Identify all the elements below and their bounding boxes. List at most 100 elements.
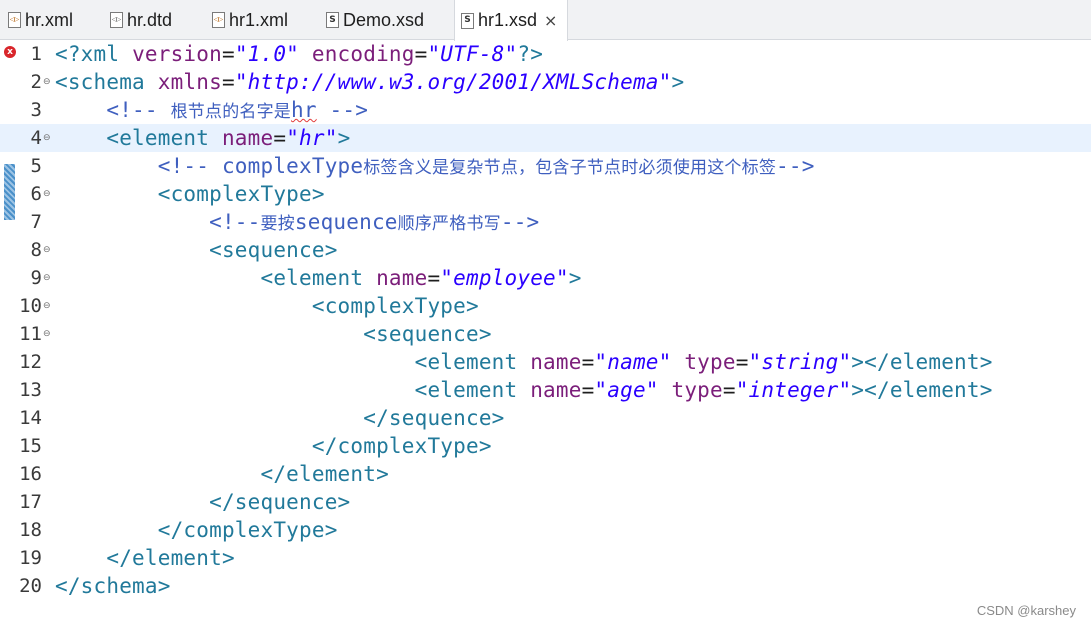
editor-tab-bar: hr.xml hr.dtd hr1.xml S Demo.xsd S hr1.x… <box>0 0 1091 41</box>
code-line: 10 ⊖ <complexType> <box>0 292 1091 320</box>
line-number: 1 <box>30 43 42 65</box>
code-token: > <box>337 126 351 150</box>
code-token: > <box>671 70 685 94</box>
code-token: <!-- <box>55 98 171 122</box>
fold-toggle-icon[interactable]: ⊖ <box>43 245 51 255</box>
code-text: <element name="age" type="integer"></ele… <box>55 376 993 404</box>
code-text: <complexType> <box>55 294 479 318</box>
code-token: <!-- <box>55 210 261 234</box>
code-token: "1.0" <box>234 42 300 66</box>
fold-toggle-icon[interactable]: ⊖ <box>43 329 51 339</box>
code-text: </schema> <box>55 574 171 598</box>
code-token: "http://www.w3.org/2001/XMLSchema" <box>234 70 672 94</box>
code-text: </sequence> <box>55 490 351 514</box>
code-token: name <box>530 378 582 402</box>
code-token: = <box>221 42 235 66</box>
code-token: encoding <box>311 42 415 66</box>
fold-toggle-icon[interactable]: ⊖ <box>43 301 51 311</box>
close-icon[interactable]: × <box>544 11 557 30</box>
fold-toggle-icon[interactable]: ⊖ <box>43 133 51 143</box>
code-token: element <box>119 126 222 150</box>
line-number: 11 <box>19 323 42 345</box>
code-token: <!-- complexType <box>55 154 364 178</box>
tab-hr-dtd[interactable]: hr.dtd <box>110 0 172 40</box>
line-number: 20 <box>19 575 42 597</box>
code-text: <!-- 根节点的名字是hr --> <box>55 96 368 126</box>
code-token: sequence <box>294 210 398 234</box>
line-number: 8 <box>30 239 42 261</box>
code-token: "UTF-8" <box>427 42 518 66</box>
code-token: "name" <box>594 350 672 374</box>
fold-toggle-icon[interactable]: ⊖ <box>43 189 51 199</box>
code-text: <?xml version="1.0" encoding="UTF-8"?> <box>55 40 543 68</box>
code-token: < <box>55 126 120 150</box>
code-token: name <box>530 350 582 374</box>
code-token: = <box>427 266 441 290</box>
code-token: name <box>221 126 274 150</box>
code-line: x 1 <?xml version="1.0" encoding="UTF-8"… <box>0 40 1091 68</box>
code-line: 5 <!-- complexType标签含义是复杂节点，包含子节点时必须使用这个… <box>0 152 1091 180</box>
code-line: 2 ⊖ <schema xmlns="http://www.w3.org/200… <box>0 68 1091 96</box>
code-line: 11 ⊖ <sequence> <box>0 320 1091 348</box>
code-line: 7 <!--要按sequence顺序严格书写--> <box>0 208 1091 236</box>
code-line: 17 </sequence> <box>0 488 1091 516</box>
tab-label: hr1.xsd <box>478 10 538 30</box>
watermark: CSDN @karshey <box>976 603 1076 618</box>
code-token: <element <box>55 378 531 402</box>
code-token: <schema <box>55 70 158 94</box>
code-token: type <box>684 350 736 374</box>
code-token: "integer" <box>735 378 852 402</box>
xsd-file-icon: S <box>461 12 474 29</box>
line-number: 12 <box>19 351 42 373</box>
code-editor[interactable]: x 1 <?xml version="1.0" encoding="UTF-8"… <box>0 40 1091 628</box>
code-line: 8 ⊖ <sequence> <box>0 236 1091 264</box>
code-token: type <box>671 378 723 402</box>
code-token: "employee" <box>440 266 569 290</box>
code-token: hr <box>291 98 317 122</box>
code-token: <element <box>55 266 377 290</box>
code-line: 12 <element name="name" type="string"></… <box>0 348 1091 376</box>
tab-label: hr.xml <box>25 9 74 30</box>
code-token: name <box>376 266 428 290</box>
fold-toggle-icon[interactable]: ⊖ <box>43 77 51 87</box>
code-text: </complexType> <box>55 434 492 458</box>
tab-hr1-xsd[interactable]: S hr1.xsd × <box>454 0 568 41</box>
code-text: <!--要按sequence顺序严格书写--> <box>55 208 539 238</box>
line-number: 18 <box>19 519 42 541</box>
code-line: 13 <element name="age" type="integer"></… <box>0 376 1091 404</box>
code-line: 6 ⊖ <complexType> <box>0 180 1091 208</box>
code-token: ></element> <box>851 350 993 374</box>
code-token: = <box>581 378 595 402</box>
tab-label: Demo.xsd <box>343 9 425 30</box>
tab-hr1-xml[interactable]: hr1.xml <box>212 0 288 40</box>
line-number: 14 <box>19 407 42 429</box>
line-number: 5 <box>30 155 42 177</box>
code-token: = <box>273 126 287 150</box>
code-text: </complexType> <box>55 518 338 542</box>
code-token: --> <box>776 154 815 178</box>
code-token: = <box>414 42 428 66</box>
dtd-file-icon <box>110 12 123 28</box>
line-number: 2 <box>30 71 42 93</box>
tab-hr-xml[interactable]: hr.xml <box>8 0 73 40</box>
code-token: 要按 <box>260 214 295 234</box>
code-token: "string" <box>748 350 852 374</box>
code-text: </element> <box>55 462 389 486</box>
code-line: 16 </element> <box>0 460 1091 488</box>
code-text: <!-- complexType标签含义是复杂节点，包含子节点时必须使用这个标签… <box>55 152 815 182</box>
fold-toggle-icon[interactable]: ⊖ <box>43 273 51 283</box>
code-token: "age" <box>594 378 659 402</box>
code-text: <complexType> <box>55 182 325 206</box>
xml-file-icon <box>212 12 225 28</box>
code-line: 19 </element> <box>0 544 1091 572</box>
tab-demo-xsd[interactable]: S Demo.xsd <box>326 0 424 40</box>
code-text: <element name="hr"> <box>55 124 350 152</box>
code-token: <?xml <box>55 42 133 66</box>
xsd-file-icon: S <box>326 12 339 28</box>
code-token: "hr" <box>286 126 338 150</box>
line-number: 7 <box>30 211 42 233</box>
code-line: 3 <!-- 根节点的名字是hr --> <box>0 96 1091 124</box>
code-token: = <box>722 378 736 402</box>
